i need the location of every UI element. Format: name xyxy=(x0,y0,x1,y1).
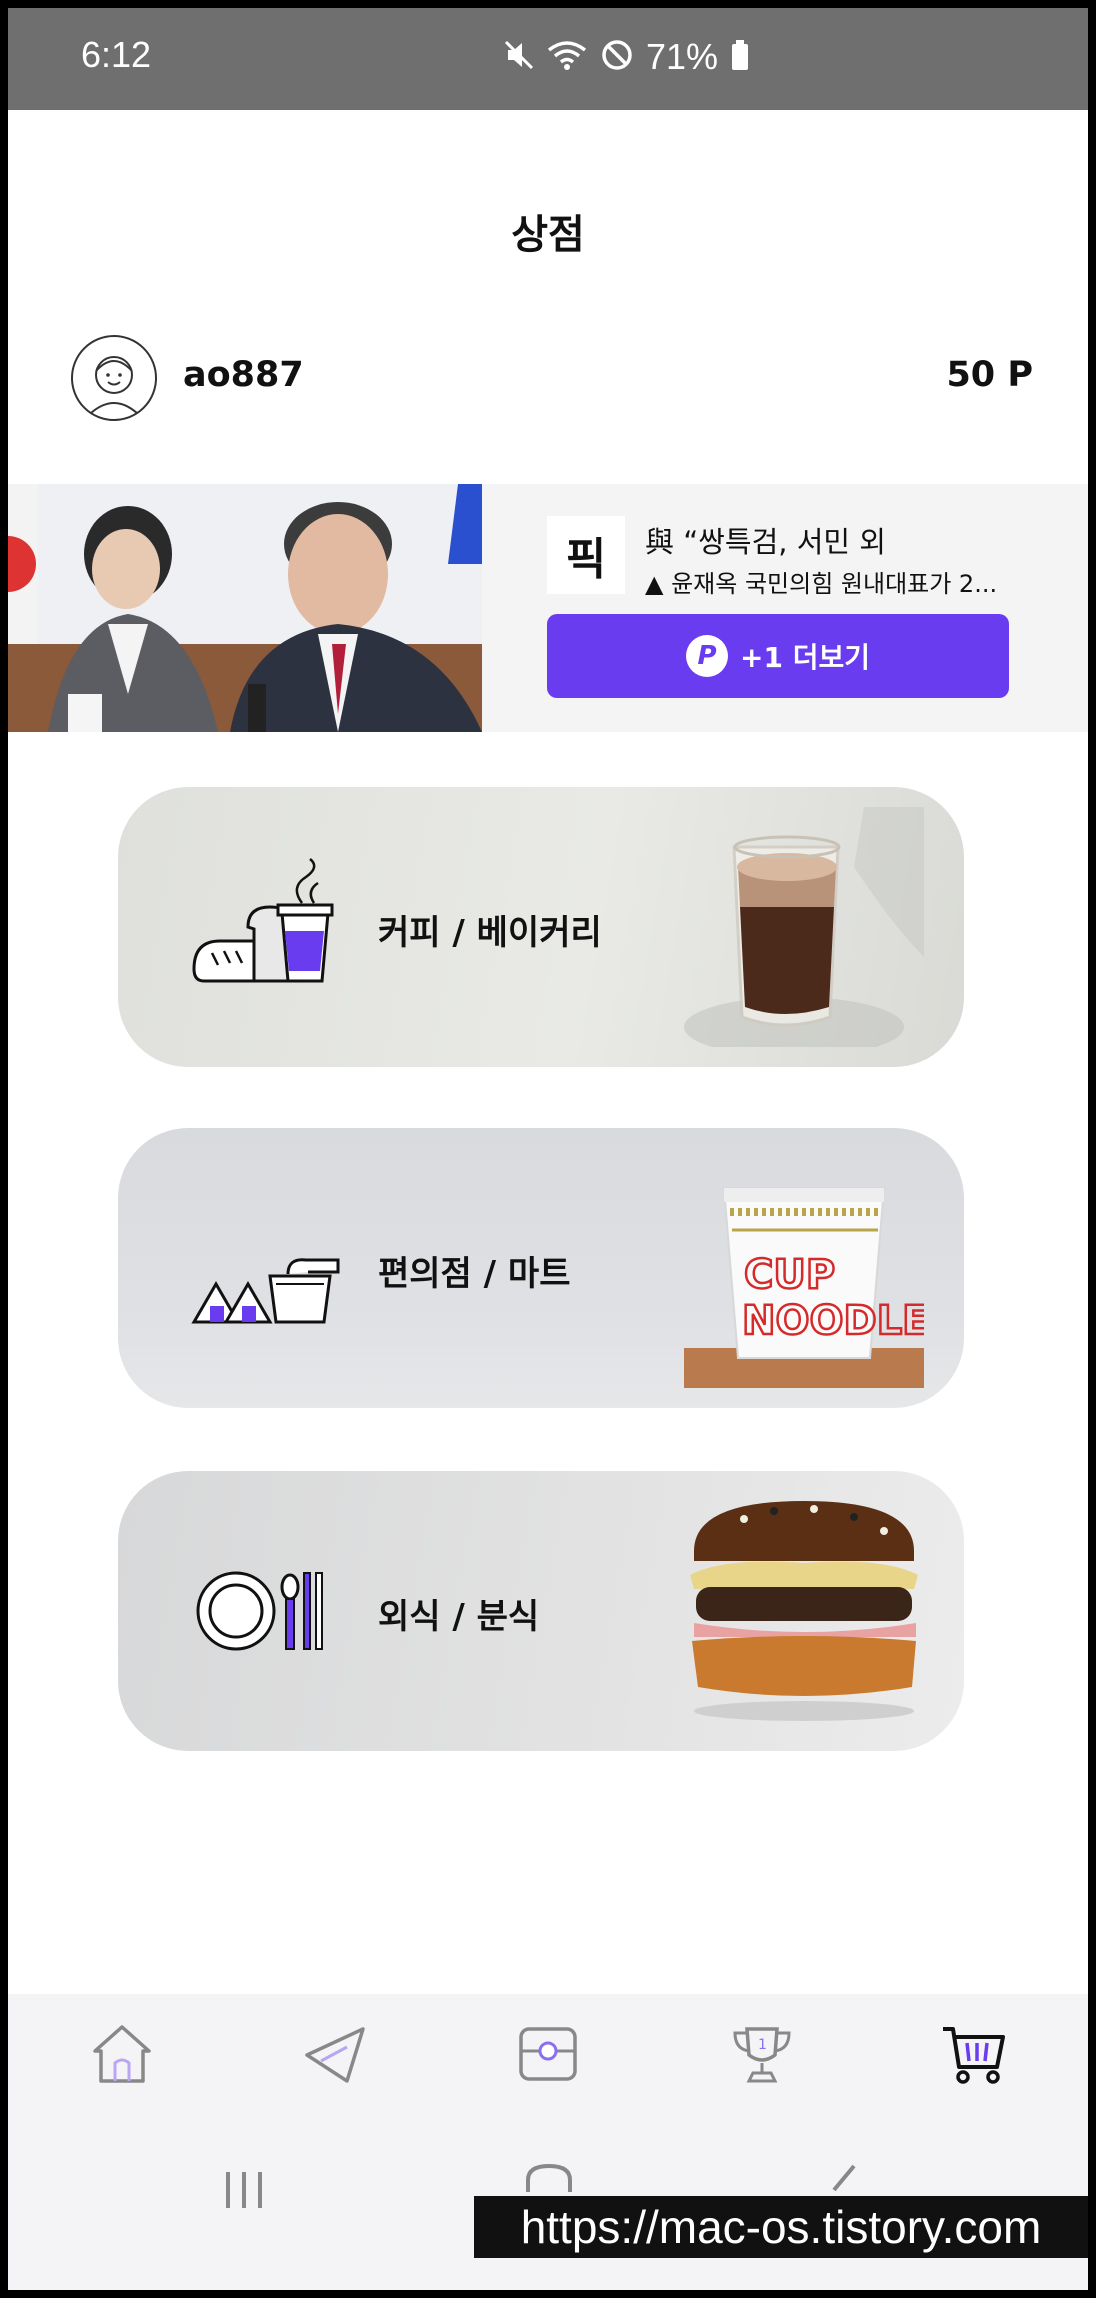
news-photo[interactable] xyxy=(8,484,482,732)
news-headline[interactable]: 與 “쌍특검, 서민 외 xyxy=(645,519,1025,561)
coffee-bakery-icon xyxy=(190,857,340,997)
svg-text:CUP: CUP xyxy=(744,1252,835,1298)
category-label-dining-snack: 외식 / 분식 xyxy=(378,1597,540,1637)
news-source-logo: 픽 xyxy=(547,516,625,594)
home-button-icon[interactable] xyxy=(524,2162,574,2196)
news-subline[interactable]: ▲ 윤재옥 국민의힘 원내대표가 2... xyxy=(645,564,1015,599)
point-badge-icon: P xyxy=(686,635,728,677)
nav-ranking[interactable]: 1 xyxy=(724,2018,800,2094)
paper-plane-icon xyxy=(301,2021,367,2091)
mute-icon xyxy=(504,38,534,76)
burger-photo xyxy=(684,1491,924,1731)
nav-home[interactable] xyxy=(84,2018,160,2094)
bottom-navigation: 1 xyxy=(8,1994,1088,2118)
category-card-dining-snack[interactable]: 외식 / 분식 xyxy=(118,1471,964,1751)
do-not-disturb-icon xyxy=(600,38,634,76)
wifi-icon xyxy=(546,38,588,76)
box-icon xyxy=(515,2021,581,2091)
nav-shop[interactable] xyxy=(936,2018,1012,2094)
back-icon[interactable] xyxy=(828,2162,858,2196)
more-button-label: +1 더보기 xyxy=(740,641,870,674)
home-icon xyxy=(89,2021,155,2091)
username: ao887 xyxy=(183,355,304,395)
recent-apps-icon[interactable] xyxy=(222,2170,266,2214)
svg-text:1: 1 xyxy=(758,2037,767,2053)
page-title: 상점 xyxy=(511,212,585,258)
status-icons: 71% xyxy=(504,34,750,80)
category-label-convenience-mart: 편의점 / 마트 xyxy=(378,1254,571,1294)
convenience-mart-icon xyxy=(190,1198,340,1338)
dining-snack-icon xyxy=(190,1541,340,1681)
trophy-icon: 1 xyxy=(729,2021,795,2091)
watermark: https://mac-os.tistory.com xyxy=(474,2196,1088,2258)
nav-box[interactable] xyxy=(510,2018,586,2094)
category-card-convenience-mart[interactable]: 편의점 / 마트 CUP NOODLE xyxy=(118,1128,964,1408)
more-button[interactable]: P +1 더보기 xyxy=(547,614,1009,698)
screen: 6:12 71% 상점 ao887 50 P 픽 與 “쌍특검, 서민 외 ▲ … xyxy=(8,8,1088,2290)
battery-icon xyxy=(730,38,750,76)
profile-row[interactable]: ao887 50 P xyxy=(71,335,1033,421)
category-label-coffee-bakery: 커피 / 베이커리 xyxy=(378,913,602,953)
svg-text:NOODLE: NOODLE xyxy=(742,1298,924,1344)
avatar[interactable] xyxy=(71,335,157,421)
coffee-photo xyxy=(684,807,924,1057)
cart-icon xyxy=(941,2021,1007,2091)
battery-percentage: 71% xyxy=(646,36,719,77)
points-balance: 50 P xyxy=(946,355,1033,395)
category-card-coffee-bakery[interactable]: 커피 / 베이커리 xyxy=(118,787,964,1067)
cup-noodle-photo: CUP NOODLE xyxy=(644,1148,964,1388)
news-banner[interactable]: 픽 與 “쌍특검, 서민 외 ▲ 윤재옥 국민의힘 원내대표가 2... P +… xyxy=(8,484,1088,732)
status-time: 6:12 xyxy=(81,34,152,75)
status-bar: 6:12 71% xyxy=(8,8,1088,110)
nav-send[interactable] xyxy=(296,2018,372,2094)
